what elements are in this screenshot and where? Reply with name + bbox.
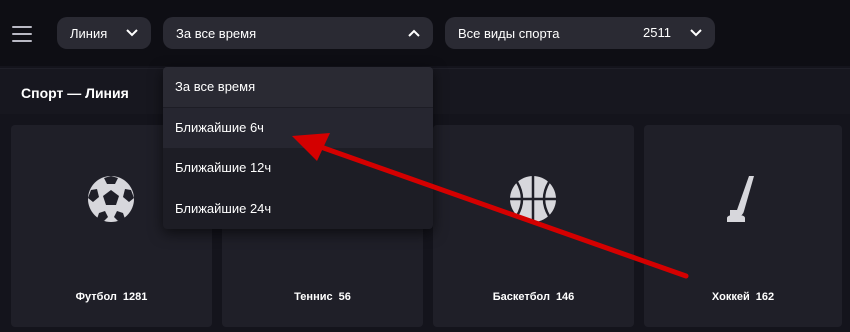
sport-card-hockey[interactable]: Хоккей 162 bbox=[644, 125, 842, 327]
sport-count: 146 bbox=[555, 291, 575, 303]
period-option-label: Ближайшие 6ч bbox=[175, 120, 264, 135]
period-option-12h[interactable]: Ближайшие 12ч bbox=[163, 148, 433, 188]
sport-count: 1281 bbox=[122, 291, 148, 303]
top-filter-bar: Линия За все время Все виды спорта 2511 bbox=[0, 0, 850, 66]
sport-count: 56 bbox=[338, 291, 351, 303]
period-option-all-time[interactable]: За все время bbox=[163, 67, 433, 107]
sport-card-label: Баскетбол 146 bbox=[433, 291, 634, 303]
chevron-down-icon bbox=[126, 29, 138, 37]
period-option-6h[interactable]: Ближайшие 6ч bbox=[163, 108, 433, 148]
sport-card-label: Теннис 56 bbox=[222, 291, 423, 303]
period-select[interactable]: За все время bbox=[163, 17, 433, 49]
period-option-24h[interactable]: Ближайшие 24ч bbox=[163, 189, 433, 229]
line-select-label: Линия bbox=[70, 25, 108, 41]
sport-select-count: 2511 bbox=[643, 25, 671, 40]
hamburger-icon[interactable] bbox=[12, 26, 32, 42]
sport-card-basketball[interactable]: Баскетбол 146 bbox=[433, 125, 634, 327]
sport-count: 162 bbox=[755, 291, 775, 303]
sport-name: Хоккей bbox=[711, 291, 750, 303]
sport-name: Теннис bbox=[294, 291, 333, 303]
sport-select-label: Все виды спорта bbox=[458, 25, 560, 41]
line-select[interactable]: Линия bbox=[57, 17, 151, 49]
sport-name: Футбол bbox=[75, 291, 117, 303]
sport-name: Баскетбол bbox=[492, 291, 550, 303]
page-title: Спорт — Линия bbox=[21, 85, 129, 101]
period-option-label: За все время bbox=[175, 79, 256, 94]
sport-card-label: Хоккей 162 bbox=[644, 291, 842, 303]
period-select-label: За все время bbox=[176, 25, 257, 41]
sport-card-label: Футбол 1281 bbox=[11, 291, 212, 303]
period-option-label: Ближайшие 24ч bbox=[175, 201, 272, 216]
chevron-down-icon bbox=[690, 29, 702, 37]
chevron-up-icon bbox=[408, 29, 420, 37]
period-dropdown: За все время Ближайшие 6ч Ближайшие 12ч … bbox=[163, 67, 433, 229]
sport-select[interactable]: Все виды спорта 2511 bbox=[445, 17, 715, 49]
basketball-icon bbox=[510, 176, 556, 222]
soccer-ball-icon bbox=[88, 176, 134, 222]
period-option-label: Ближайшие 12ч bbox=[175, 160, 272, 175]
hockey-stick-icon bbox=[727, 176, 754, 222]
